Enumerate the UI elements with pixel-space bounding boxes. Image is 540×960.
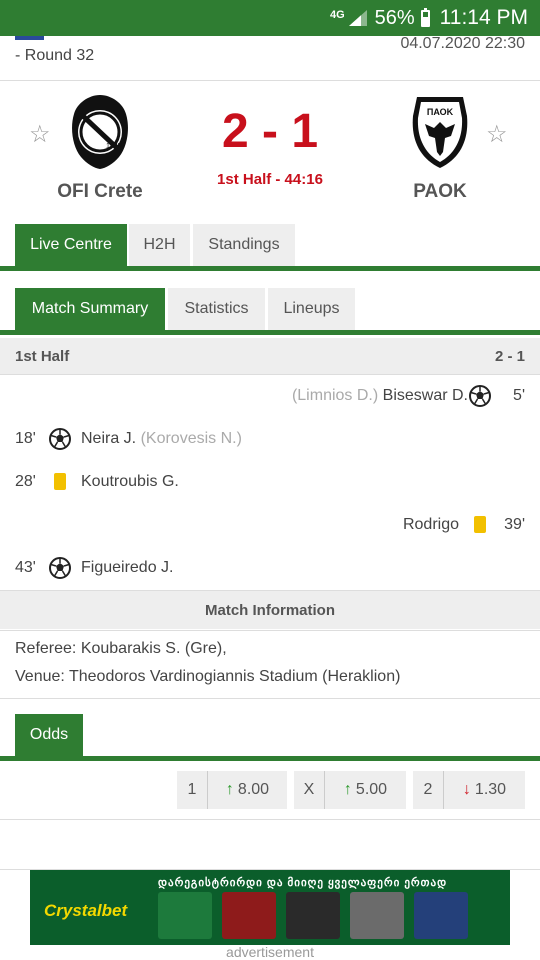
yellow-card-icon <box>54 473 66 490</box>
event-assist: (Limnios D.) <box>291 387 379 404</box>
match-datetime: 04.07.2020 22:30 <box>400 35 525 52</box>
odds-value: 1.30 <box>474 781 507 798</box>
ad-football-image <box>158 892 212 939</box>
event-minute: 39' <box>504 516 525 533</box>
referee-info: Referee: Koubarakis S. (Gre), <box>15 640 227 657</box>
goal-ball-icon <box>469 385 491 407</box>
event-row: Rodrigo 39' <box>0 510 540 540</box>
favorite-away-star-icon[interactable]: ☆ <box>486 120 508 149</box>
ad-banner[interactable]: Crystalbet დარეგისტრირდი და მიიღე ყველაფ… <box>30 870 510 945</box>
arrow-up-icon: ↑ <box>225 781 234 798</box>
svg-text:ΠΑΟΚ: ΠΑΟΚ <box>427 107 454 117</box>
odds-label: X <box>294 771 325 809</box>
event-minute: 43' <box>15 559 36 576</box>
tab-match-summary[interactable]: Match Summary <box>15 288 165 330</box>
divider <box>0 630 540 631</box>
away-team-name: PAOK <box>413 181 467 202</box>
ad-jet-image <box>414 892 468 939</box>
ad-headline: დარეგისტრირდი და მიიღე ყველაფერი ერთად <box>158 877 448 889</box>
ad-label: advertisement <box>226 944 314 960</box>
odds-away-button[interactable]: 2 ↓ 1.30 <box>413 771 525 809</box>
battery-icon <box>420 7 430 27</box>
event-player: Koutroubis G. <box>81 473 179 490</box>
event-player: Figueiredo J. <box>81 559 174 576</box>
match-header: - Round 32 04.07.2020 22:30 <box>0 35 540 76</box>
tab-lineups[interactable]: Lineups <box>268 288 355 330</box>
match-score: 2 - 1 <box>221 105 319 158</box>
tab-standings[interactable]: Standings <box>193 224 295 266</box>
event-row: (Limnios D.) Biseswar D. 5' <box>0 381 540 411</box>
odds-label: 2 <box>413 771 444 809</box>
divider <box>0 698 540 699</box>
tab-live-centre[interactable]: Live Centre <box>15 224 127 266</box>
away-team-crest: ΠΑΟΚ <box>412 97 468 168</box>
odds-home-button[interactable]: 1 ↑ 8.00 <box>177 771 287 809</box>
home-team-name: OFI Crete <box>57 181 143 202</box>
event-player: (Limnios D.) Biseswar D. <box>291 387 468 404</box>
arrow-down-icon: ↓ <box>462 781 471 798</box>
event-row: 43' Figueiredo J. <box>0 553 540 583</box>
battery-percent: 56% <box>374 6 415 29</box>
home-team-crest: 1925 <box>72 95 128 169</box>
event-minute: 5' <box>513 387 525 404</box>
home-team[interactable]: 1925 OFI Crete <box>30 94 170 203</box>
yellow-card-icon <box>474 516 486 533</box>
tab-statistics[interactable]: Statistics <box>168 288 265 330</box>
odds-value: 8.00 <box>237 781 270 798</box>
match-info-header: Match Information <box>0 591 540 629</box>
scoreboard: ☆ 1925 OFI Crete 2 - 1 1st Half - 44:16 … <box>0 80 540 210</box>
odds-value: 5.00 <box>355 781 388 798</box>
tab-odds[interactable]: Odds <box>15 714 83 756</box>
period-score: 2 - 1 <box>494 347 525 365</box>
period-label: 1st Half <box>15 347 70 365</box>
ad-cards-image <box>286 892 340 939</box>
tab-h2h[interactable]: H2H <box>129 224 190 266</box>
arrow-up-icon: ↑ <box>343 781 352 798</box>
status-clock: 11:14 PM <box>439 6 528 29</box>
network-type: 4G <box>329 9 345 21</box>
venue-info: Venue: Theodoros Vardinogiannis Stadium … <box>15 668 401 685</box>
ad-brand: Crystalbet <box>44 901 128 920</box>
ad-dice-image <box>350 892 404 939</box>
menu-icon[interactable] <box>15 36 44 40</box>
ad-slots-image <box>222 892 276 939</box>
match-info-title: Match Information <box>205 601 335 619</box>
status-bar: 4G 56% 11:14 PM <box>0 0 540 36</box>
signal-icon <box>348 10 367 26</box>
tab-underline <box>0 266 540 271</box>
goal-ball-icon <box>49 428 71 450</box>
odds-draw-button[interactable]: X ↑ 5.00 <box>294 771 406 809</box>
ad-tiles <box>158 892 468 939</box>
event-minute: 18' <box>15 430 36 447</box>
divider <box>0 374 540 375</box>
round-label: - Round 32 <box>15 47 95 64</box>
event-player: Rodrigo <box>402 516 459 533</box>
period-header: 1st Half 2 - 1 <box>0 338 540 374</box>
odds-underline <box>0 756 540 761</box>
event-row: 28' Koutroubis G. <box>0 467 540 497</box>
svg-text:1925: 1925 <box>106 143 122 150</box>
match-status: 1st Half - 44:16 <box>217 171 323 188</box>
subtab-underline <box>0 330 540 335</box>
event-player: Neira J. (Korovesis N.) <box>81 430 242 447</box>
event-row: 18' Neira J. (Korovesis N.) <box>0 424 540 454</box>
event-assist: (Korovesis N.) <box>140 430 242 447</box>
odds-label: 1 <box>177 771 208 809</box>
goal-ball-icon <box>49 557 71 579</box>
divider <box>0 819 540 820</box>
event-minute: 28' <box>15 473 36 490</box>
